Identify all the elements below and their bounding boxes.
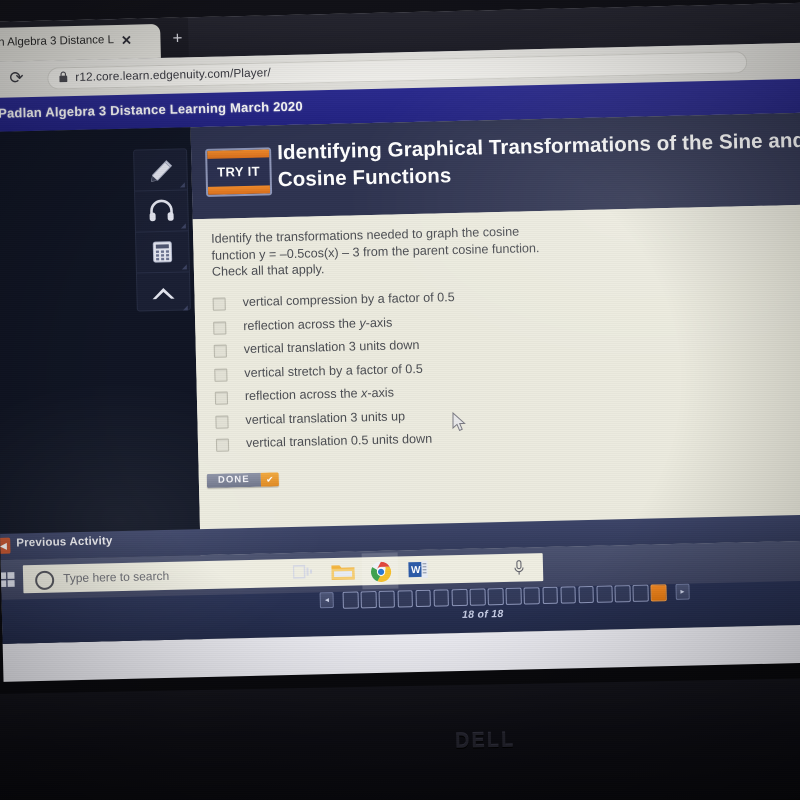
checkbox-icon[interactable]: [215, 414, 229, 429]
sidebar-item-audio[interactable]: [135, 190, 188, 233]
pagination-step[interactable]: [451, 588, 468, 606]
left-arrow-icon[interactable]: ◀: [0, 537, 11, 554]
question-prompt: Identify the transformations needed to g…: [211, 223, 542, 280]
dell-brand-logo: DELL: [454, 728, 516, 754]
new-tab-button[interactable]: +: [166, 27, 189, 50]
pagination-step[interactable]: [397, 589, 414, 608]
pagination-step[interactable]: [614, 584, 631, 602]
resize-corner: [179, 182, 185, 188]
laptop-screen: adlan Algebra 3 Distance Learn ✕ + → ⟳ r…: [0, 2, 800, 682]
pagination-step[interactable]: [342, 590, 359, 609]
prompt-equation: y = –0.5cos(x) – 3: [258, 244, 360, 262]
pagination-step[interactable]: [360, 590, 377, 608]
browser-tab-active[interactable]: adlan Algebra 3 Distance Learn ✕: [0, 23, 161, 63]
pagination-step[interactable]: [650, 583, 667, 602]
checkbox-icon[interactable]: [212, 297, 226, 311]
svg-text:W: W: [411, 565, 421, 576]
windows-start-icon[interactable]: [0, 572, 15, 588]
pagination-step[interactable]: [523, 586, 540, 605]
previous-activity-label: Previous Activity: [16, 535, 113, 550]
search-placeholder: Type here to search: [62, 568, 170, 586]
reload-icon[interactable]: ⟳: [9, 68, 24, 88]
pagination-step[interactable]: [632, 584, 649, 602]
laptop-bottom-bezel: [0, 677, 800, 800]
browser-tab-title: adlan Algebra 3 Distance Learn: [0, 34, 115, 50]
pagination-step[interactable]: [378, 590, 395, 608]
sidebar-item-collapse[interactable]: [137, 272, 190, 313]
pagination-step[interactable]: [505, 587, 522, 605]
search-icon: [34, 570, 55, 591]
word-icon[interactable]: W: [408, 560, 428, 579]
answer-option-label: vertical translation 3 units down: [243, 337, 420, 357]
search-input[interactable]: Type here to search: [22, 553, 544, 594]
tool-rail: [134, 149, 190, 313]
answer-option-label: reflection across the y-axis: [243, 315, 393, 333]
headphones-icon: [149, 199, 174, 222]
forward-arrow-icon[interactable]: →: [0, 72, 1, 89]
checkbox-icon[interactable]: [213, 320, 227, 335]
badge-stripe-bottom: [207, 185, 271, 195]
pagination-step[interactable]: [542, 586, 558, 604]
chevron-up-icon: [152, 287, 175, 300]
pagination-step[interactable]: [578, 585, 595, 603]
answer-option-label: vertical translation 3 units up: [245, 408, 406, 427]
try-it-badge: TRY IT: [205, 147, 273, 197]
close-icon[interactable]: ✕: [118, 33, 134, 49]
pagination-step[interactable]: [596, 584, 613, 603]
photo-of-laptop-screen: DELL adlan Algebra 3 Distance Learn ✕ + …: [0, 0, 800, 800]
microphone-icon[interactable]: [513, 560, 525, 576]
checkbox-icon[interactable]: [214, 367, 228, 382]
done-button[interactable]: DONE ✔: [206, 472, 280, 488]
pagination-counter: 18 of 18: [461, 608, 504, 621]
pagination-step[interactable]: [469, 587, 486, 606]
answer-option-label: vertical stretch by a factor of 0.5: [244, 361, 423, 380]
answer-option-label: vertical compression by a factor of 0.5: [242, 290, 455, 310]
course-title: Padlan Algebra 3 Distance Learning March…: [0, 98, 303, 121]
file-explorer-icon[interactable]: [331, 562, 355, 582]
answer-option-label: reflection across the x-axis: [244, 385, 395, 404]
checkbox-icon[interactable]: [213, 344, 227, 358]
pagination-step[interactable]: [433, 588, 450, 607]
checkbox-icon[interactable]: [214, 391, 229, 405]
try-it-badge-label: TRY IT: [216, 163, 261, 180]
url-text: r12.core.learn.edgenuity.com/Player/: [75, 65, 271, 84]
pagination-step[interactable]: [415, 589, 432, 607]
task-view-icon[interactable]: [292, 562, 313, 580]
pagination-step[interactable]: [487, 587, 504, 605]
resize-corner: [180, 223, 186, 229]
checkbox-icon[interactable]: [215, 438, 230, 452]
done-button-label: DONE: [206, 472, 262, 488]
sidebar-item-notes[interactable]: [134, 149, 188, 192]
badge-stripe-top: [207, 149, 270, 159]
lock-icon: [59, 71, 68, 83]
lesson-title: Identifying Graphical Transformations of…: [276, 128, 800, 192]
check-icon: ✔: [260, 472, 280, 487]
answer-option-label: vertical translation 0.5 units down: [245, 431, 433, 451]
lesson-card-header: TRY IT Identifying Graphical Transformat…: [190, 112, 800, 220]
pencil-icon: [151, 160, 173, 182]
pagination-next-button[interactable]: ▸: [675, 583, 690, 600]
pagination-step[interactable]: [560, 585, 577, 604]
chrome-icon[interactable]: [370, 561, 393, 584]
pagination-prev-button[interactable]: ◂: [319, 592, 335, 609]
resize-corner: [181, 264, 187, 270]
resize-corner: [182, 305, 188, 311]
answer-options-list: vertical compression by a factor of 0.5 r…: [212, 284, 616, 458]
calculator-icon: [152, 241, 173, 263]
prompt-line-2b: from the parent: [359, 242, 449, 259]
sidebar-item-calculator[interactable]: [136, 231, 189, 274]
